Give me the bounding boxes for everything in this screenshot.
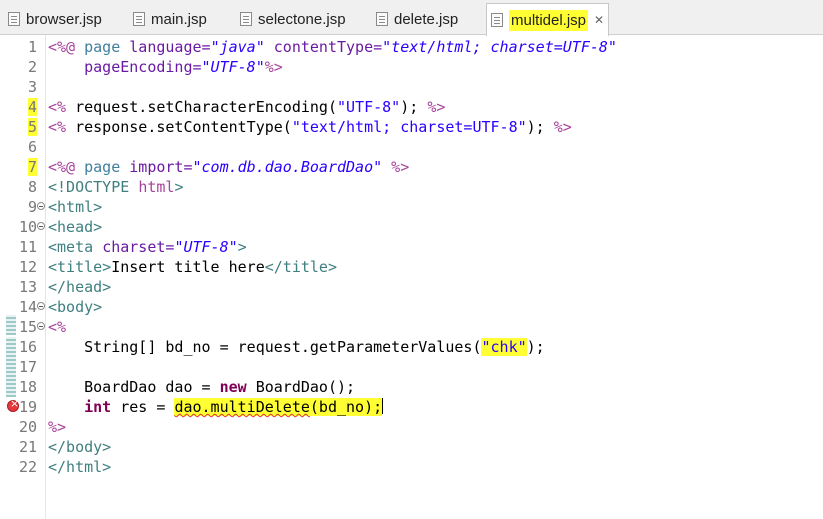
code-line: 14 <body>: [0, 297, 823, 317]
line-code: BoardDao dao = new BoardDao();: [48, 378, 356, 396]
code-line: 10 <head>: [0, 217, 823, 237]
fold-toggle-icon[interactable]: [37, 302, 45, 310]
code-line: 7 <%@ page import="com.db.dao.BoardDao" …: [0, 157, 823, 177]
line-code: <% request.setCharacterEncoding("UTF-8")…: [48, 98, 446, 116]
line-number: 9: [27, 198, 37, 216]
fold-toggle-icon[interactable]: [37, 202, 45, 210]
line-code: pageEncoding="UTF-8"%>: [48, 58, 283, 76]
line-number: 10: [18, 218, 37, 236]
tab-main-jsp[interactable]: main.jsp: [133, 4, 207, 34]
line-number: 13: [18, 278, 37, 296]
line-code: <title>Insert title here</title>: [48, 258, 337, 276]
code-line: 11 <meta charset="UTF-8">: [0, 237, 823, 257]
line-number: 22: [18, 458, 37, 476]
text-caret: [382, 398, 384, 414]
line-code: <body>: [48, 298, 103, 316]
line-number: 1: [27, 38, 37, 56]
code-line: 13 </head>: [0, 277, 823, 297]
close-tab-icon[interactable]: ✕: [594, 13, 604, 27]
line-code: <%: [48, 318, 67, 336]
line-number: 6: [27, 138, 37, 156]
code-line: 4 <% request.setCharacterEncoding("UTF-8…: [0, 97, 823, 117]
line-code: int res = dao.multiDelete(bd_no);: [84, 398, 384, 416]
line-number: 16: [18, 338, 37, 356]
tab-label: multidel.jsp: [509, 9, 589, 31]
tab-browser-jsp[interactable]: browser.jsp: [8, 4, 102, 34]
line-number: 21: [18, 438, 37, 456]
jsp-file-icon: [240, 12, 252, 26]
code-line: 21 </body>: [0, 437, 823, 457]
code-line: 6: [0, 137, 823, 157]
line-code: </head>: [48, 278, 112, 296]
line-number: 4: [27, 98, 37, 116]
code-line: 22 </html>: [0, 457, 823, 477]
line-number: 12: [18, 258, 37, 276]
line-number: 20: [18, 418, 37, 436]
code-line: 15 <%: [0, 317, 823, 337]
line-code: <!DOCTYPE html>: [48, 178, 184, 196]
jsp-file-icon: [133, 12, 145, 26]
line-code: </html>: [48, 458, 112, 476]
jsp-file-icon: [8, 12, 20, 26]
line-code: <% response.setContentType("text/html; c…: [48, 118, 572, 136]
tab-multidel-jsp[interactable]: multidel.jsp ✕: [486, 3, 610, 36]
line-number: 8: [27, 178, 37, 196]
line-code: <%@ page language="java" contentType="te…: [48, 38, 617, 56]
line-number: 11: [18, 238, 37, 256]
line-number: 18: [18, 378, 37, 396]
editor-tab-bar: browser.jsp main.jsp selectone.jsp delet…: [0, 0, 823, 36]
line-number: 3: [27, 78, 37, 96]
code-line: 3: [0, 77, 823, 97]
tab-selectone-jsp[interactable]: selectone.jsp: [240, 4, 346, 34]
code-line: 12 <title>Insert title here</title>: [0, 257, 823, 277]
line-code: <head>: [48, 218, 103, 236]
tab-label: delete.jsp: [394, 10, 459, 28]
line-number: 19: [18, 398, 37, 416]
tab-label: main.jsp: [151, 10, 207, 28]
line-code: </body>: [48, 438, 112, 456]
line-number: 5: [27, 118, 37, 136]
code-line: 18 BoardDao dao = new BoardDao();: [0, 377, 823, 397]
line-number: 14: [18, 298, 37, 316]
code-line: 17: [0, 357, 823, 377]
line-number: 17: [18, 358, 37, 376]
fold-toggle-icon[interactable]: [37, 322, 45, 330]
tab-label: selectone.jsp: [258, 10, 346, 28]
line-code: String[] bd_no = request.getParameterVal…: [48, 338, 545, 356]
code-line: 1 <%@ page language="java" contentType="…: [0, 37, 823, 57]
line-number: 7: [27, 158, 37, 176]
code-line: 2 pageEncoding="UTF-8"%>: [0, 57, 823, 77]
code-line: 20 %>: [0, 417, 823, 437]
code-line: 9 <html>: [0, 197, 823, 217]
tab-label: browser.jsp: [26, 10, 102, 28]
jsp-file-icon: [376, 12, 388, 26]
line-code: <html>: [48, 198, 103, 216]
code-line: 19 int res = dao.multiDelete(bd_no);: [0, 397, 823, 417]
line-code: <%@ page import="com.db.dao.BoardDao" %>: [48, 158, 410, 176]
code-line: 8 <!DOCTYPE html>: [0, 177, 823, 197]
tab-delete-jsp[interactable]: delete.jsp: [376, 4, 458, 34]
code-line: 16 String[] bd_no = request.getParameter…: [0, 337, 823, 357]
line-number: 2: [27, 58, 37, 76]
jsp-file-icon: [491, 13, 503, 27]
line-code: <meta charset="UTF-8">: [48, 238, 247, 256]
line-code: %>: [48, 418, 67, 436]
fold-toggle-icon[interactable]: [37, 222, 45, 230]
code-line: 5 <% response.setContentType("text/html;…: [0, 117, 823, 137]
line-number: 15: [18, 318, 37, 336]
